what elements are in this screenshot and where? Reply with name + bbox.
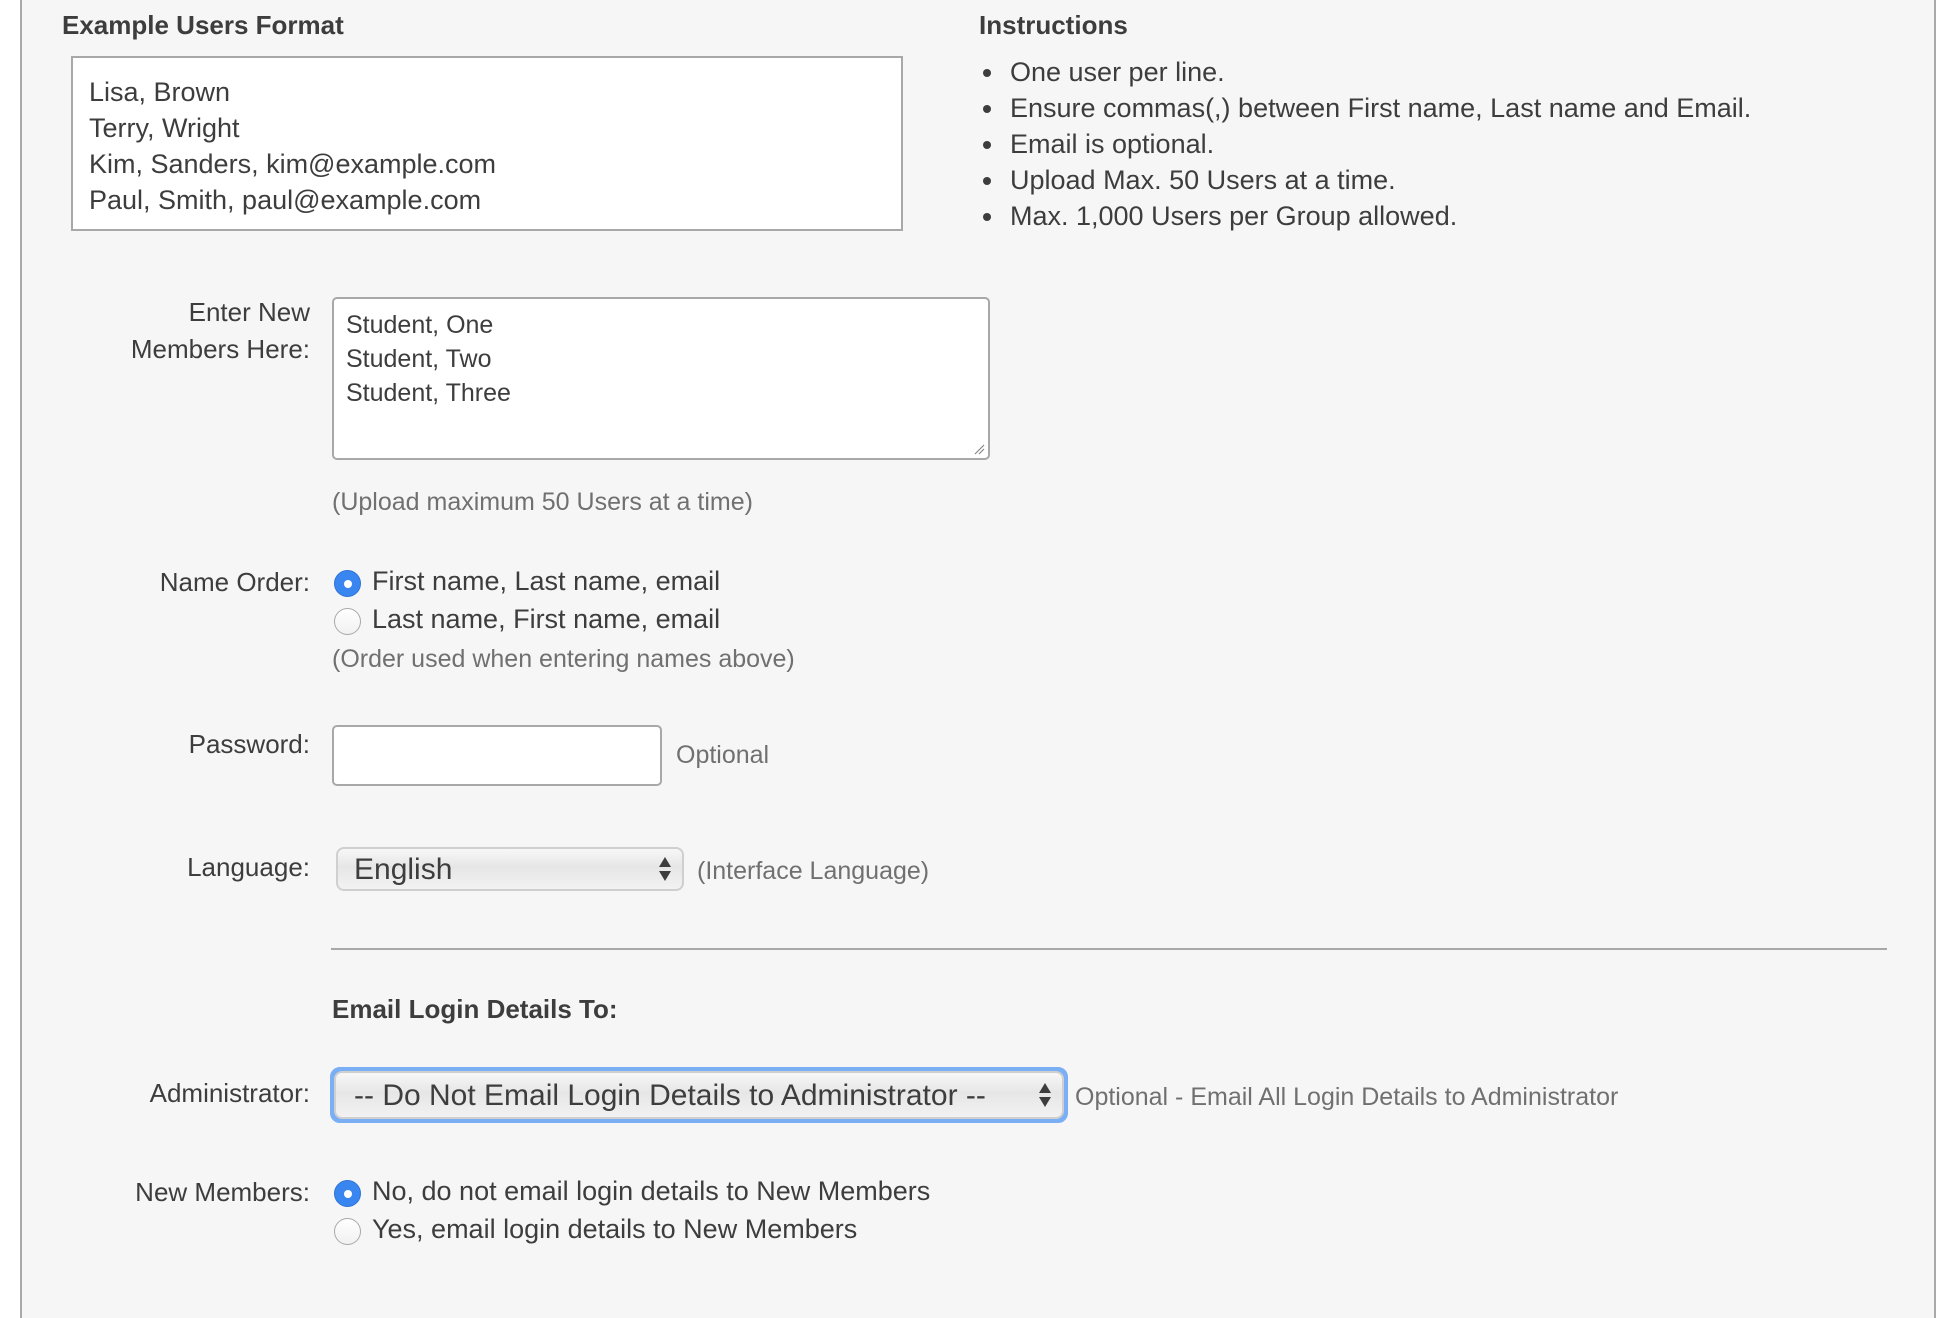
example-line: Paul, Smith, paul@example.com (89, 185, 482, 215)
new-members-radio-no[interactable] (334, 1180, 361, 1207)
instruction-item: Ensure commas(,) between First name, Las… (983, 90, 1751, 126)
password-hint: Optional (676, 741, 770, 769)
example-line: Kim, Sanders, kim@example.com (89, 149, 497, 179)
instruction-text: Max. 1,000 Users per Group allowed. (1010, 201, 1458, 231)
section-divider (331, 948, 1887, 950)
new-members-option-label[interactable]: No, do not email login details to New Me… (372, 1176, 930, 1207)
password-label: Password: (188, 729, 310, 759)
new-members-radio-yes[interactable] (334, 1218, 361, 1245)
new-members-textarea[interactable]: Student, One Student, Two Student, Three (332, 297, 990, 460)
select-arrows-icon (659, 857, 671, 881)
instruction-text: One user per line. (1010, 57, 1225, 87)
example-heading: Example Users Format (62, 10, 344, 40)
members-label-line1: Enter New (188, 297, 310, 327)
instruction-text: Ensure commas(,) between First name, Las… (1010, 93, 1752, 123)
name-order-option-label[interactable]: Last name, First name, email (372, 604, 720, 635)
password-input[interactable] (332, 725, 662, 786)
new-members-option-label[interactable]: Yes, email login details to New Members (372, 1214, 857, 1245)
instructions-list: One user per line. Ensure commas(,) betw… (983, 54, 1751, 234)
name-order-radio-last-first[interactable] (334, 608, 361, 635)
name-order-label: Name Order: (159, 567, 310, 597)
name-order-note: (Order used when entering names above) (332, 645, 795, 673)
bullet-icon (983, 213, 991, 221)
instruction-item: Upload Max. 50 Users at a time. (983, 162, 1751, 198)
email-section-heading: Email Login Details To: (332, 994, 618, 1024)
new-members-label: New Members: (135, 1177, 310, 1207)
select-arrows-icon (1039, 1083, 1051, 1107)
textarea-line: Student, One (346, 311, 494, 339)
bullet-icon (983, 177, 991, 185)
textarea-line: Student, Three (346, 379, 511, 407)
textarea-line: Student, Two (346, 345, 492, 373)
name-order-radio-first-last[interactable] (334, 570, 361, 597)
administrator-selected: -- Do Not Email Login Details to Adminis… (354, 1079, 986, 1112)
instruction-item: Max. 1,000 Users per Group allowed. (983, 198, 1751, 234)
instructions-heading: Instructions (979, 10, 1128, 40)
instruction-item: One user per line. (983, 54, 1751, 90)
example-line: Lisa, Brown (89, 77, 231, 107)
resize-handle-icon[interactable] (973, 443, 985, 455)
upload-note: (Upload maximum 50 Users at a time) (332, 488, 753, 516)
instruction-text: Email is optional. (1010, 129, 1215, 159)
language-label: Language: (187, 852, 310, 882)
bullet-icon (983, 105, 991, 113)
instruction-text: Upload Max. 50 Users at a time. (1010, 165, 1396, 195)
administrator-select[interactable]: -- Do Not Email Login Details to Adminis… (334, 1071, 1064, 1119)
bullet-icon (983, 141, 991, 149)
bullet-icon (983, 69, 991, 77)
language-select[interactable]: English (336, 847, 684, 891)
instruction-item: Email is optional. (983, 126, 1751, 162)
administrator-hint: Optional - Email All Login Details to Ad… (1075, 1083, 1619, 1111)
language-hint: (Interface Language) (697, 857, 930, 885)
example-line: Terry, Wright (89, 113, 240, 143)
language-selected: English (354, 853, 453, 886)
administrator-label: Administrator: (149, 1078, 310, 1108)
members-label-line2: Members Here: (130, 334, 310, 364)
example-users-box: Lisa, Brown Terry, Wright Kim, Sanders, … (71, 56, 903, 231)
name-order-option-label[interactable]: First name, Last name, email (372, 566, 720, 597)
